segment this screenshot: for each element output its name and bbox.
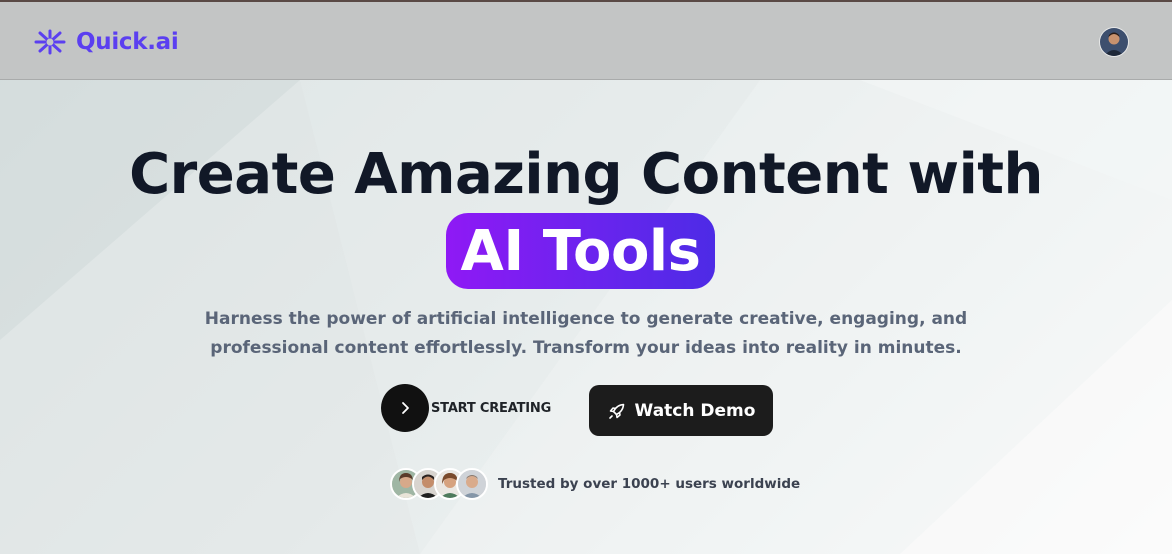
user-avatar[interactable] xyxy=(1100,28,1128,56)
start-creating-button[interactable]: START CREATING xyxy=(381,384,551,432)
watch-demo-button[interactable]: Watch Demo xyxy=(589,385,773,436)
user-avatar-4 xyxy=(456,468,488,500)
rocket-icon xyxy=(608,403,624,419)
hero-subtitle: Harness the power of artificial intellig… xyxy=(204,309,968,358)
watch-demo-label: Watch Demo xyxy=(634,400,756,421)
start-circle[interactable] xyxy=(381,384,429,432)
trust-text: Trusted by over 1000+ users worldwide xyxy=(498,476,801,492)
hero-highlight-pill: AI Tools xyxy=(446,213,715,289)
navbar: Quick.ai xyxy=(0,2,1172,80)
chevron-right-icon xyxy=(402,402,409,414)
brand-name: Quick.ai xyxy=(76,29,179,55)
user-avatars-group xyxy=(390,468,488,500)
trust-row: Trusted by over 1000+ users worldwide xyxy=(390,468,800,500)
brand-logo[interactable]: Quick.ai xyxy=(32,24,179,60)
hero-highlight-text: AI Tools xyxy=(460,218,701,284)
start-creating-label: START CREATING xyxy=(431,400,552,416)
hero-headline: Create Amazing Content with xyxy=(129,142,1043,207)
sparkle-asterisk-icon xyxy=(34,29,66,55)
